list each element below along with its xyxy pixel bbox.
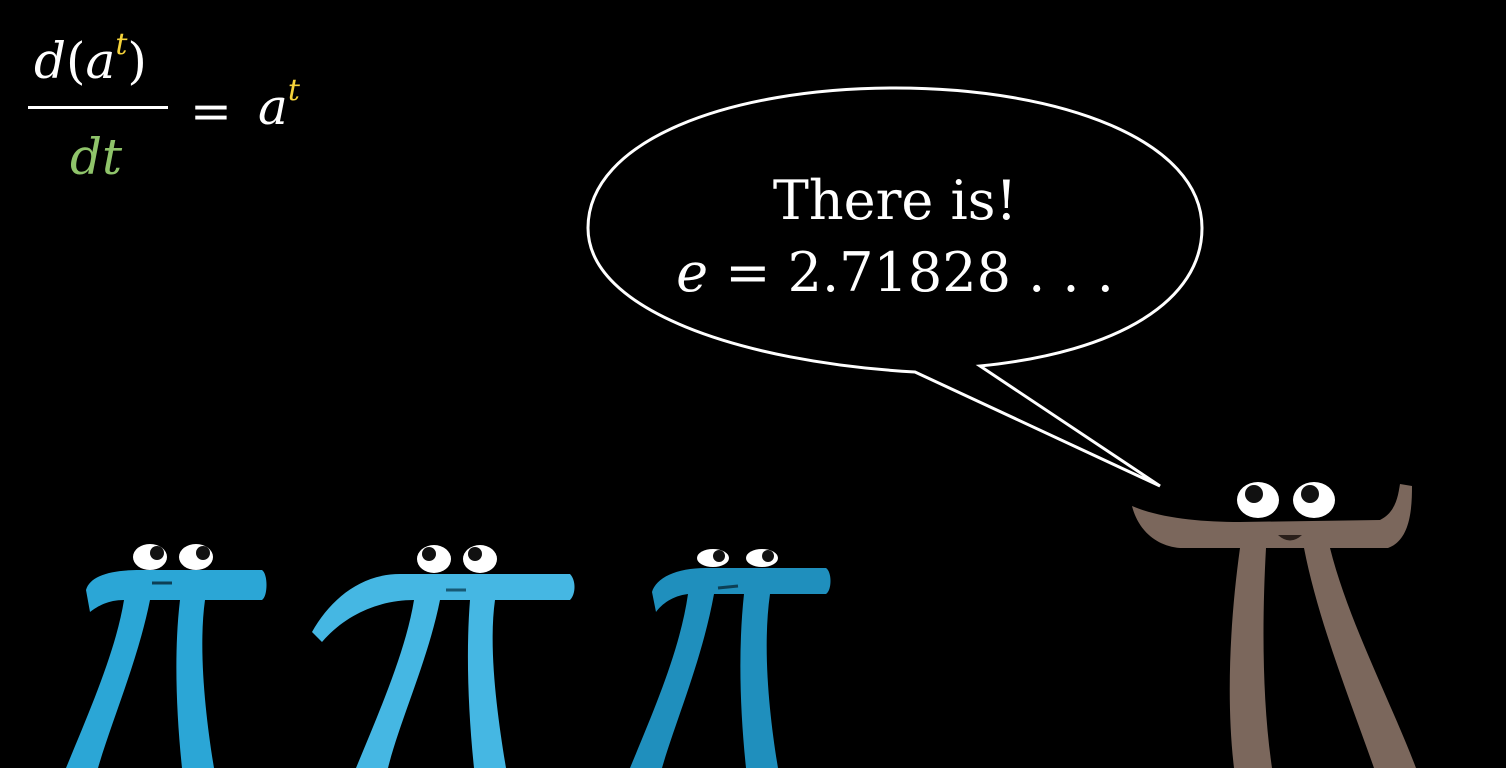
pi-creature-body (630, 568, 831, 768)
pupil-icon (422, 547, 436, 561)
pupil-icon (196, 546, 210, 560)
pi-creature-body (312, 574, 575, 768)
pi-creature-brown (1132, 482, 1416, 768)
mouth-icon (717, 584, 739, 590)
pupil-icon (713, 550, 725, 562)
pupil-icon (1245, 485, 1263, 503)
pi-creature-body (66, 570, 267, 768)
pi-creature-body (1132, 484, 1416, 768)
pupil-icon (150, 546, 164, 560)
pupil-icon (468, 547, 482, 561)
pupil-icon (762, 550, 774, 562)
pi-creature-blue-2 (312, 545, 575, 768)
pi-creatures (66, 482, 1416, 768)
pi-creature-blue-3 (630, 549, 831, 768)
animation-frame: d(at) dt = at There is! e = 2.71828 . . … (0, 0, 1506, 768)
pi-creature-blue-1 (66, 544, 267, 768)
pupil-icon (1301, 485, 1319, 503)
